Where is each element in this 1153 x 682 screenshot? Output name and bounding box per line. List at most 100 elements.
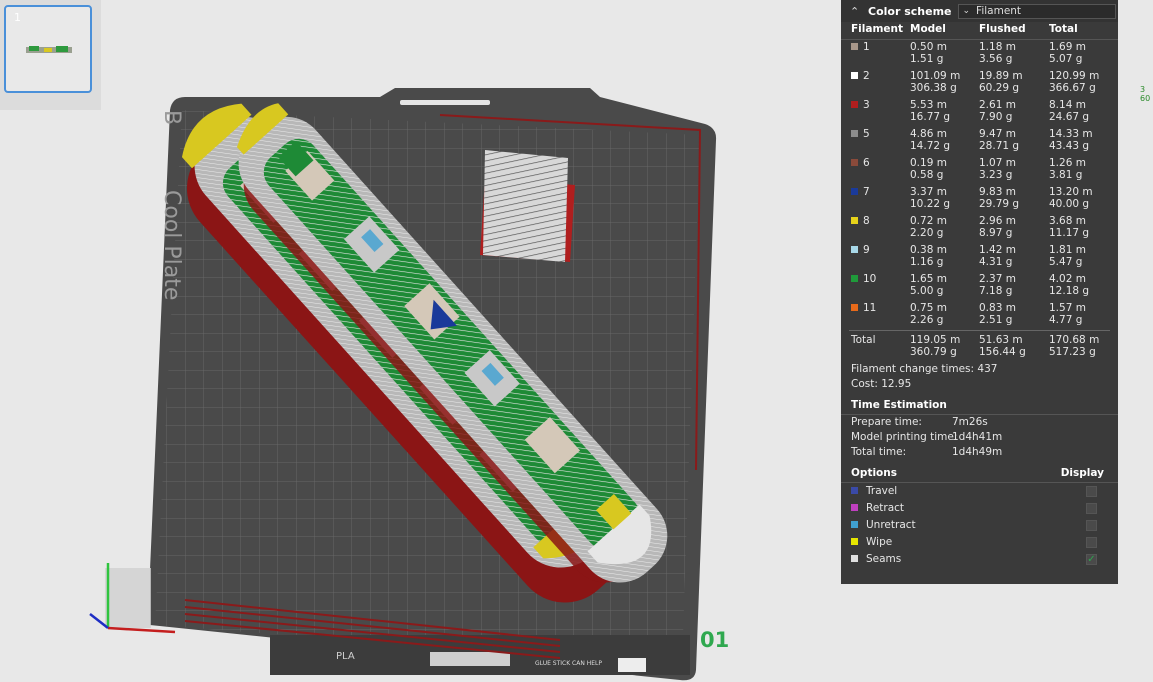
totals-model: 119.05 m 360.79 g	[910, 334, 961, 358]
option-unretract: Unretract	[841, 517, 1118, 534]
display-checkbox[interactable]	[1086, 503, 1097, 514]
prepare-time-label: Prepare time:	[851, 416, 922, 428]
filament-id-label: 8	[863, 215, 870, 227]
total-weight: 5.47 g	[1049, 255, 1083, 268]
totals-total-weight: 517.23 g	[1049, 345, 1096, 358]
filament-total: 1.57 m 4.77 g	[1049, 302, 1086, 326]
plate-label-prefix: B	[159, 110, 184, 125]
total-length: 1.81 m	[1049, 244, 1086, 256]
column-model: Model	[910, 23, 946, 35]
plate-bottom-note: GLUE STICK CAN HELP	[535, 660, 602, 667]
cost-label: Cost:	[851, 378, 878, 390]
time-estimation-title: Time Estimation	[841, 396, 1118, 415]
color-scheme-select[interactable]: ⌄ Filament	[957, 3, 1116, 19]
total-length: 4.02 m	[1049, 273, 1086, 285]
legend-column-headers: Filament Model Flushed Total	[841, 22, 1118, 40]
display-checkbox[interactable]	[1086, 520, 1097, 531]
filament-color-swatch	[851, 72, 858, 79]
flushed-weight: 29.79 g	[979, 197, 1020, 210]
column-total: Total	[1049, 23, 1078, 35]
filament-id: 9	[851, 244, 870, 257]
filament-id: 10	[851, 273, 876, 286]
filament-model: 3.37 m 10.22 g	[910, 186, 950, 210]
color-scheme-value: Filament	[976, 5, 1022, 17]
filament-model: 1.65 m 5.00 g	[910, 273, 947, 297]
filament-row: 10 1.65 m 5.00 g 2.37 m 7.18 g 4.02 m 12.18 g	[841, 272, 1118, 301]
model-weight: 306.38 g	[910, 81, 957, 94]
filament-model: 0.38 m 1.16 g	[910, 244, 947, 268]
model-length: 5.53 m	[910, 99, 947, 111]
filament-color-swatch	[851, 101, 858, 108]
legend-header: ⌃ Color scheme ⌄ Filament	[841, 0, 1118, 22]
prepare-time-value: 7m26s	[952, 416, 988, 428]
flushed-weight: 8.97 g	[979, 226, 1013, 239]
filament-id-label: 6	[863, 157, 870, 169]
filament-row: 7 3.37 m 10.22 g 9.83 m 29.79 g 13.20 m 40.00 …	[841, 185, 1118, 214]
totals-model-length: 119.05 m	[910, 334, 961, 346]
model-length: 0.19 m	[910, 157, 947, 169]
flushed-length: 1.07 m	[979, 157, 1016, 169]
filament-change-value: 437	[977, 363, 998, 375]
model-length: 3.37 m	[910, 186, 947, 198]
option-label: Retract	[866, 502, 905, 514]
flushed-length: 9.47 m	[979, 128, 1016, 140]
filament-flushed: 1.42 m 4.31 g	[979, 244, 1016, 268]
filament-id-label: 7	[863, 186, 870, 198]
filament-model: 0.50 m 1.51 g	[910, 41, 947, 65]
filament-row: 8 0.72 m 2.20 g 2.96 m 8.97 g 3.68 m 11.17 g	[841, 214, 1118, 243]
model-weight: 2.20 g	[910, 226, 944, 239]
flushed-length: 2.61 m	[979, 99, 1016, 111]
display-checkbox[interactable]	[1086, 537, 1097, 548]
display-checkbox[interactable]: ✓	[1086, 554, 1097, 565]
display-checkbox[interactable]	[1086, 486, 1097, 497]
total-length: 1.26 m	[1049, 157, 1086, 169]
totals-model-weight: 360.79 g	[910, 345, 957, 358]
filament-row: 6 0.19 m 0.58 g 1.07 m 3.23 g 1.26 m 3.81 g	[841, 156, 1118, 185]
plate-number: 01	[700, 628, 730, 652]
gcode-preview-viewport[interactable]: B Cool Plate PLA GLUE STICK CAN HELP	[0, 0, 840, 682]
collapse-chevron-icon[interactable]: ⌃	[850, 5, 868, 18]
model-printing-time-label: Model printing time:	[851, 431, 958, 443]
total-length: 1.69 m	[1049, 41, 1086, 53]
total-time-value: 1d4h49m	[952, 446, 1003, 458]
option-label: Unretract	[866, 519, 916, 531]
filament-id: 5	[851, 128, 870, 141]
total-weight: 4.77 g	[1049, 313, 1083, 326]
option-label: Seams	[866, 553, 902, 565]
model-weight: 1.16 g	[910, 255, 944, 268]
side-readout: 3 60	[1140, 85, 1150, 103]
column-filament: Filament	[851, 23, 904, 35]
flushed-length: 1.18 m	[979, 41, 1016, 53]
filament-id: 6	[851, 157, 870, 170]
filament-id-label: 11	[863, 302, 877, 314]
flushed-weight: 2.51 g	[979, 313, 1013, 326]
totals-total: 170.68 m 517.23 g	[1049, 334, 1099, 358]
filament-id-label: 1	[863, 41, 870, 53]
flushed-length: 19.89 m	[979, 70, 1023, 82]
option-color-swatch	[851, 504, 858, 511]
filament-row: 1 0.50 m 1.51 g 1.18 m 3.56 g 1.69 m 5.07 g	[841, 40, 1118, 69]
flushed-weight: 28.71 g	[979, 139, 1020, 152]
flushed-length: 2.96 m	[979, 215, 1016, 227]
filament-flushed: 0.83 m 2.51 g	[979, 302, 1016, 326]
total-weight: 11.17 g	[1049, 226, 1090, 239]
filament-color-swatch	[851, 159, 858, 166]
filament-model: 5.53 m 16.77 g	[910, 99, 950, 123]
model-weight: 14.72 g	[910, 139, 951, 152]
filament-flushed: 19.89 m 60.29 g	[979, 70, 1023, 94]
option-retract: Retract	[841, 500, 1118, 517]
flushed-weight: 3.56 g	[979, 52, 1013, 65]
total-weight: 366.67 g	[1049, 81, 1096, 94]
filament-row: 9 0.38 m 1.16 g 1.42 m 4.31 g 1.81 m 5.47 g	[841, 243, 1118, 272]
filament-rows: 1 0.50 m 1.51 g 1.18 m 3.56 g 1.69 m 5.07 g 2 10…	[841, 40, 1118, 330]
filament-id-label: 9	[863, 244, 870, 256]
model-length: 0.72 m	[910, 215, 947, 227]
flushed-weight: 60.29 g	[979, 81, 1020, 94]
display-column-label: Display	[1060, 467, 1104, 479]
total-length: 120.99 m	[1049, 70, 1100, 82]
filament-total: 3.68 m 11.17 g	[1049, 215, 1090, 239]
filament-color-swatch	[851, 246, 858, 253]
total-weight: 24.67 g	[1049, 110, 1090, 123]
filament-flushed: 9.83 m 29.79 g	[979, 186, 1020, 210]
total-time: Total time: 1d4h49m	[841, 445, 1118, 460]
